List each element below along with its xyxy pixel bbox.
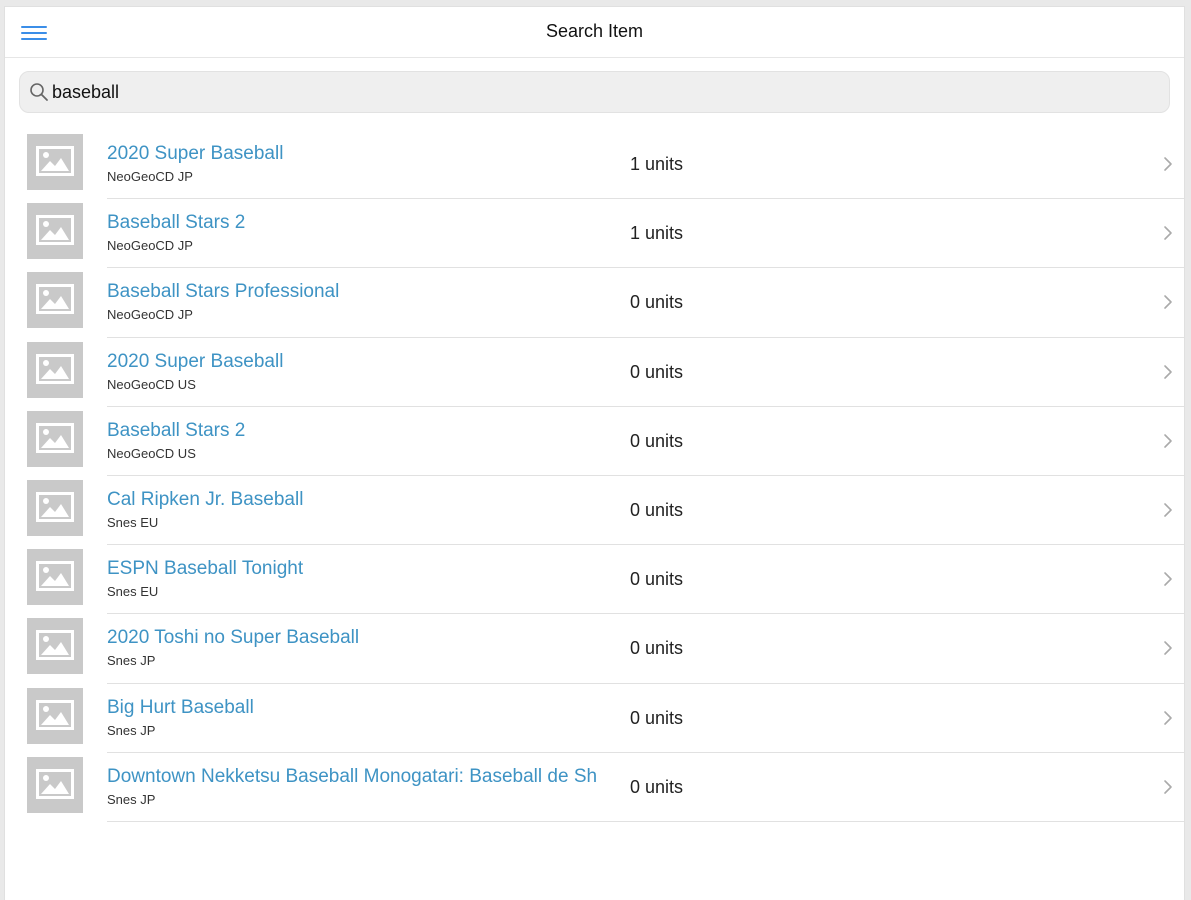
app-window: Search Item 2020 Super Baseball NeoGeoCD… <box>4 6 1185 900</box>
item-units: 0 units <box>630 499 684 520</box>
item-units: 1 units <box>630 223 684 244</box>
chevron-right-icon <box>1164 157 1172 171</box>
chevron-right-icon <box>1164 433 1172 448</box>
item-platform: NeoGeoCD US <box>107 376 196 392</box>
chevron-right-icon <box>1164 226 1172 240</box>
list-item[interactable]: 2020 Super Baseball NeoGeoCD JP 1 units <box>5 130 1184 200</box>
image-placeholder-icon <box>27 272 83 329</box>
header-bar: Search Item <box>5 7 1184 58</box>
list-item-body: 2020 Toshi no Super Baseball Snes JP 0 u… <box>107 614 1184 684</box>
item-name: Downtown Nekketsu Baseball Monogatari: B… <box>107 765 598 787</box>
item-name: Baseball Stars 2 <box>107 212 246 234</box>
list-item[interactable]: Big Hurt Baseball Snes JP 0 units <box>5 684 1184 753</box>
item-platform: Snes JP <box>107 791 156 807</box>
item-platform: NeoGeoCD JP <box>107 238 193 254</box>
item-name: 2020 Super Baseball <box>107 143 284 164</box>
list-item[interactable]: 2020 Toshi no Super Baseball Snes JP 0 u… <box>5 614 1184 684</box>
list-item[interactable]: Baseball Stars Professional NeoGeoCD JP … <box>5 268 1184 338</box>
item-name: Baseball Stars 2 <box>107 419 246 441</box>
item-platform: NeoGeoCD US <box>107 445 196 461</box>
item-name: Cal Ripken Jr. Baseball <box>107 488 304 510</box>
chevron-right-icon <box>1164 779 1172 794</box>
list-item[interactable]: 2020 Super Baseball NeoGeoCD US 0 units <box>5 338 1184 407</box>
item-platform: NeoGeoCD JP <box>107 169 193 184</box>
list-item-body: Big Hurt Baseball Snes JP 0 units <box>107 684 1184 753</box>
image-placeholder-icon <box>27 479 83 536</box>
item-units: 1 units <box>630 154 684 174</box>
item-platform: Snes JP <box>107 653 156 669</box>
item-name: Big Hurt Baseball <box>107 696 254 718</box>
item-platform: NeoGeoCD JP <box>107 307 193 323</box>
list-item[interactable]: Baseball Stars 2 NeoGeoCD US 0 units <box>5 407 1184 476</box>
results-list: 2020 Super Baseball NeoGeoCD JP 1 units … <box>5 130 1184 822</box>
image-placeholder-icon <box>27 410 83 467</box>
item-units: 0 units <box>630 292 684 313</box>
chevron-right-icon <box>1164 641 1172 656</box>
search-bar[interactable] <box>19 71 1170 113</box>
image-placeholder-icon <box>27 341 83 398</box>
page-title: Search Item <box>545 21 644 41</box>
list-item-body: Downtown Nekketsu Baseball Monogatari: B… <box>107 753 1184 822</box>
chevron-right-icon <box>1164 364 1172 379</box>
item-units: 0 units <box>630 569 684 590</box>
item-platform: Snes JP <box>107 722 156 738</box>
list-item-body: Baseball Stars Professional NeoGeoCD JP … <box>107 268 1184 338</box>
chevron-right-icon <box>1164 503 1172 517</box>
item-name: ESPN Baseball Tonight <box>107 558 304 580</box>
list-item[interactable]: Downtown Nekketsu Baseball Monogatari: B… <box>5 753 1184 822</box>
list-item-body: Cal Ripken Jr. Baseball Snes EU 0 units <box>107 476 1184 546</box>
list-item[interactable]: ESPN Baseball Tonight Snes EU 0 units <box>5 545 1184 615</box>
item-platform: Snes EU <box>107 514 159 530</box>
image-placeholder-icon <box>27 203 83 260</box>
item-platform: Snes EU <box>107 584 159 600</box>
image-placeholder-icon <box>27 618 83 675</box>
list-item-body: 2020 Super Baseball NeoGeoCD US 0 units <box>107 338 1184 407</box>
list-item-body: ESPN Baseball Tonight Snes EU 0 units <box>107 545 1184 615</box>
item-units: 0 units <box>630 638 684 659</box>
item-name: 2020 Toshi no Super Baseball <box>107 627 360 649</box>
item-units: 0 units <box>630 361 684 382</box>
item-name: Baseball Stars Professional <box>107 281 340 303</box>
chevron-right-icon <box>1164 710 1172 725</box>
search-input[interactable] <box>52 78 1152 106</box>
item-name: 2020 Super Baseball <box>107 350 284 372</box>
list-item[interactable]: Cal Ripken Jr. Baseball Snes EU 0 units <box>5 476 1184 546</box>
list-item-body: 2020 Super Baseball NeoGeoCD JP 1 units <box>107 130 1184 200</box>
list-item-body: Baseball Stars 2 NeoGeoCD JP 1 units <box>107 199 1184 269</box>
chevron-right-icon <box>1164 572 1172 586</box>
item-units: 0 units <box>630 430 684 451</box>
image-placeholder-icon <box>27 134 83 190</box>
list-item-body: Baseball Stars 2 NeoGeoCD US 0 units <box>107 407 1184 476</box>
search-icon <box>30 83 48 101</box>
image-placeholder-icon <box>27 687 83 744</box>
chevron-right-icon <box>1164 295 1172 310</box>
image-placeholder-icon <box>27 756 83 813</box>
item-units: 0 units <box>630 707 684 728</box>
image-placeholder-icon <box>27 549 83 606</box>
item-units: 0 units <box>630 776 684 797</box>
list-item[interactable]: Baseball Stars 2 NeoGeoCD JP 1 units <box>5 199 1184 269</box>
